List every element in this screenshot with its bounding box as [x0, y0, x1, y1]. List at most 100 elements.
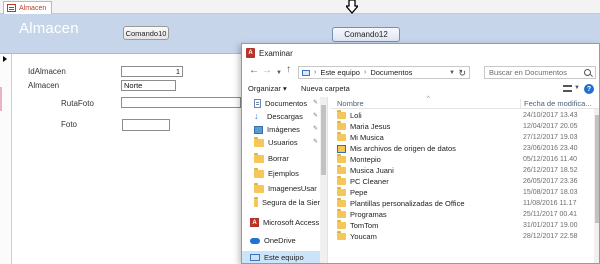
- file-name: Youcam: [350, 232, 377, 241]
- file-date: 15/08/2017 18.03: [523, 189, 578, 196]
- refresh-icon[interactable]: ↻: [458, 68, 466, 79]
- nav-item-label: Este equipo: [264, 253, 304, 262]
- folder-icon: [337, 165, 346, 174]
- almacen-label: Almacen: [28, 81, 60, 90]
- foto-image-frame[interactable]: [122, 119, 170, 131]
- nav-scrollbar[interactable]: [320, 97, 327, 263]
- file-date: 27/12/2017 19.03: [523, 134, 578, 141]
- nav-item-borrar[interactable]: Borrar: [242, 152, 320, 165]
- back-arrow-icon[interactable]: ←: [249, 66, 259, 76]
- nav-item-label: Documentos: [265, 99, 308, 108]
- search-placeholder: Buscar en Documentos: [489, 68, 567, 77]
- folder-icon: [337, 176, 346, 185]
- data-sources-folder-icon: [337, 144, 346, 153]
- file-name: Maria Jesus: [350, 122, 391, 131]
- examinar-dialog: A Examinar ← → ▼ ↑ › Este equipo › Docum…: [241, 43, 600, 264]
- list-item[interactable]: Montepio 05/12/2016 11.40: [331, 154, 593, 165]
- search-input[interactable]: Buscar en Documentos: [484, 66, 596, 79]
- record-selector[interactable]: [0, 54, 12, 264]
- comando12-button[interactable]: Comando12: [332, 27, 400, 42]
- path-breadcrumb[interactable]: › Este equipo › Documentos ▼ ↻: [298, 66, 470, 79]
- nav-item-usuarios[interactable]: Usuarios ✎: [242, 136, 320, 149]
- nav-item-imagenesusar[interactable]: ImagenesUsar: [242, 182, 320, 195]
- nav-item-segura-de-la-sier[interactable]: Segura de la Sier: [242, 196, 320, 209]
- list-item[interactable]: Musica Juani 26/12/2017 18.52: [331, 165, 593, 176]
- list-item[interactable]: PC Cleaner 26/05/2017 23.36: [331, 176, 593, 187]
- almacen-field[interactable]: Norte: [121, 80, 176, 91]
- nav-item-label: Ejemplos: [268, 169, 299, 178]
- folder-icon: [337, 187, 346, 196]
- nav-item-ejemplos[interactable]: Ejemplos: [242, 167, 320, 180]
- nav-item-imagenes[interactable]: Imágenes ✎: [242, 123, 320, 136]
- comando10-button[interactable]: Comando10: [123, 26, 169, 40]
- nav-scrollbar-thumb[interactable]: [321, 105, 326, 175]
- list-item[interactable]: TomTom 31/01/2017 19.00: [331, 220, 593, 231]
- navigation-pane: Documentos ✎ ↓ Descargas ✎ Imágenes ✎ Us…: [242, 97, 328, 263]
- list-item[interactable]: Youcam 28/12/2017 22.58: [331, 231, 593, 242]
- column-header-date[interactable]: Fecha de modifica...: [520, 99, 594, 108]
- file-name: Loli: [350, 111, 362, 120]
- file-name: Mi Musica: [350, 133, 384, 142]
- nav-item-este-equipo[interactable]: Este equipo: [242, 251, 320, 263]
- chevron-down-icon[interactable]: ▼: [574, 85, 580, 91]
- nav-item-label: OneDrive: [264, 236, 296, 245]
- folder-icon: [337, 154, 346, 163]
- recent-chevron-icon[interactable]: ▼: [276, 68, 282, 78]
- organizar-button[interactable]: Organizar ▾: [248, 84, 287, 93]
- foto-label: Foto: [61, 120, 78, 129]
- list-item[interactable]: Pepe 15/08/2017 18.03: [331, 187, 593, 198]
- rutafoto-field[interactable]: [121, 97, 241, 108]
- file-name: Montepio: [350, 155, 381, 164]
- folder-icon: [254, 152, 264, 163]
- nav-item-descargas[interactable]: ↓ Descargas ✎: [242, 110, 320, 123]
- file-date: 05/12/2016 11.40: [523, 156, 577, 163]
- list-item[interactable]: Mis archivos de origen de datos 23/06/20…: [331, 143, 593, 154]
- form-icon: [7, 4, 16, 12]
- tab-label: Almacen: [19, 4, 47, 12]
- dialog-titlebar[interactable]: A Examinar: [242, 44, 599, 62]
- nav-item-microsoft-access[interactable]: A Microsoft Access: [242, 216, 320, 229]
- chevron-right-icon: ›: [314, 69, 317, 76]
- column-headers: ^ Nombre Fecha de modifica...: [331, 96, 599, 109]
- dialog-title: Examinar: [259, 48, 293, 58]
- list-item[interactable]: Programas 25/11/2017 00.41: [331, 209, 593, 220]
- nueva-carpeta-button[interactable]: Nueva carpeta: [301, 84, 350, 93]
- chevron-down-icon[interactable]: ▼: [449, 70, 455, 76]
- file-date: 23/06/2016 23.40: [523, 145, 578, 152]
- list-item[interactable]: Mi Musica 27/12/2017 19.03: [331, 132, 593, 143]
- list-item[interactable]: Loli 24/10/2017 13.43: [331, 110, 593, 121]
- chevron-right-icon: ›: [363, 69, 367, 76]
- file-date: 11/08/2016 11.17: [523, 200, 577, 207]
- forward-arrow-icon[interactable]: →: [262, 66, 272, 76]
- folder-icon: [337, 220, 346, 229]
- tab-almacen[interactable]: Almacen: [3, 1, 53, 14]
- nav-item-label: Descargas: [267, 112, 303, 121]
- up-arrow-icon[interactable]: ↑: [286, 65, 291, 75]
- computer-icon: [302, 69, 310, 76]
- pin-icon: ✎: [312, 139, 318, 145]
- nav-item-label: Borrar: [268, 154, 289, 163]
- file-date: 24/10/2017 13.43: [523, 112, 578, 119]
- pin-icon: ✎: [312, 100, 318, 106]
- list-item[interactable]: Maria Jesus 12/04/2017 20.05: [331, 121, 593, 132]
- nav-item-label: Usuarios: [268, 138, 298, 147]
- form-title: Almacen: [19, 20, 79, 37]
- idalmacen-field[interactable]: 1: [121, 66, 183, 77]
- folder-icon: [254, 196, 259, 207]
- breadcrumb-documentos[interactable]: Documentos: [370, 68, 412, 77]
- computer-icon: [250, 254, 260, 261]
- folder-icon: [337, 121, 346, 130]
- folder-icon: [337, 110, 346, 119]
- help-icon[interactable]: ?: [584, 84, 594, 94]
- column-header-name[interactable]: Nombre: [337, 99, 364, 108]
- file-list-scrollbar-thumb[interactable]: [595, 115, 599, 223]
- view-options-icon[interactable]: [563, 85, 572, 92]
- list-item[interactable]: Plantillas personalizadas de Office 11/0…: [331, 198, 593, 209]
- nav-item-onedrive[interactable]: OneDrive: [242, 234, 320, 247]
- breadcrumb-este-equipo[interactable]: Este equipo: [320, 68, 360, 77]
- file-list-scrollbar[interactable]: [594, 109, 599, 263]
- selection-marker: [0, 87, 2, 111]
- nav-item-documentos[interactable]: Documentos ✎: [242, 97, 320, 110]
- file-name: Pepe: [350, 188, 368, 197]
- file-date: 31/01/2017 19.00: [523, 222, 578, 229]
